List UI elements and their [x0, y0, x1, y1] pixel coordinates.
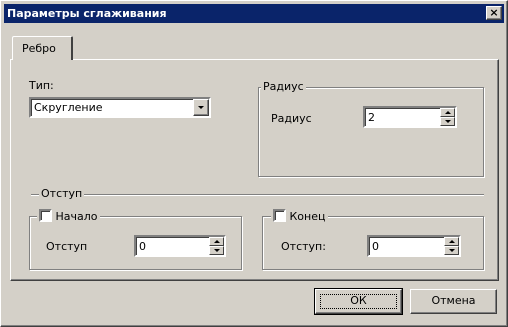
- ok-button[interactable]: ОК: [314, 288, 403, 315]
- spin-down-icon: [449, 249, 455, 252]
- radius-field-label: Радиус: [271, 112, 312, 125]
- cancel-button-label: Отмена: [431, 294, 476, 307]
- radius-spin-down-button[interactable]: [440, 117, 455, 126]
- type-combobox-value: Скругление: [34, 101, 103, 114]
- start-checkbox-label[interactable]: Начало: [56, 210, 98, 223]
- start-group-header: Начало: [37, 209, 100, 223]
- cancel-button[interactable]: Отмена: [410, 289, 497, 314]
- close-icon: ×: [489, 6, 499, 19]
- end-offset-value: 0: [372, 240, 379, 253]
- close-button[interactable]: ×: [486, 6, 502, 20]
- end-offset-label: Отступ:: [281, 240, 326, 253]
- radius-spin-up-button[interactable]: [440, 108, 455, 117]
- focus-rect: [320, 294, 397, 309]
- spin-up-icon: [449, 240, 455, 243]
- dialog-window: Параметры сглаживания × Ребро Тип: Скруг…: [0, 0, 508, 327]
- start-offset-label: Отступ: [46, 240, 88, 253]
- end-offset-spinbox[interactable]: 0: [367, 235, 461, 257]
- title-bar[interactable]: Параметры сглаживания ×: [4, 4, 504, 23]
- spin-up-icon: [445, 111, 451, 114]
- tab-edge-label: Ребро: [22, 42, 56, 55]
- spin-down-icon: [445, 120, 451, 123]
- spin-up-icon: [214, 240, 220, 243]
- start-spin-down-button[interactable]: [209, 246, 224, 255]
- radius-group-title: Радиус: [261, 80, 306, 93]
- chevron-down-icon: [198, 106, 204, 109]
- tab-edge[interactable]: Ребро: [12, 36, 73, 60]
- radius-spinbox[interactable]: 2: [363, 106, 457, 128]
- end-spin-up-button[interactable]: [444, 237, 459, 246]
- end-checkbox-label[interactable]: Конец: [290, 210, 326, 223]
- start-offset-value: 0: [139, 240, 146, 253]
- dropdown-button[interactable]: [193, 99, 209, 116]
- window-title: Параметры сглаживания: [7, 7, 167, 20]
- radius-group: [258, 87, 484, 177]
- start-offset-spinbox[interactable]: 0: [134, 235, 226, 257]
- end-checkbox[interactable]: [273, 209, 286, 222]
- end-group-header: Конец: [271, 209, 328, 223]
- type-combobox[interactable]: Скругление: [29, 97, 211, 118]
- start-spin-up-button[interactable]: [209, 237, 224, 246]
- offset-section-title: Отступ: [39, 187, 85, 200]
- start-checkbox[interactable]: [39, 209, 52, 222]
- end-spin-down-button[interactable]: [444, 246, 459, 255]
- type-label: Тип:: [29, 79, 54, 92]
- offset-separator: [31, 194, 484, 196]
- spin-down-icon: [214, 249, 220, 252]
- radius-value: 2: [368, 111, 375, 124]
